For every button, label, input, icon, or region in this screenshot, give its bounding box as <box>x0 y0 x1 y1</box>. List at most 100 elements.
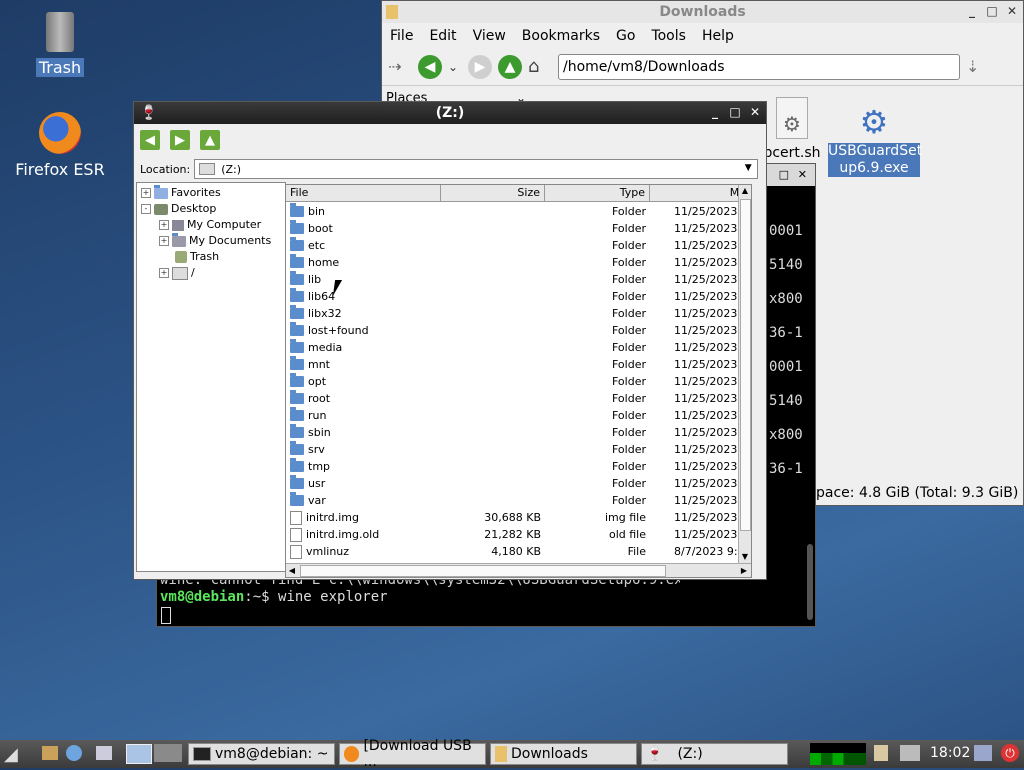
table-row[interactable]: home Folder 11/25/2023 5:1 <box>286 254 751 271</box>
home-icon[interactable]: ⌂ <box>528 55 552 79</box>
maximize-button[interactable]: □ <box>985 3 999 19</box>
chevron-down-icon[interactable]: ▼ <box>741 161 755 175</box>
table-row[interactable]: initrd.img.old 21,282 KB old file 11/25/202… <box>286 526 751 543</box>
scroll-right-icon[interactable]: ▶ <box>738 564 750 577</box>
location-combo[interactable]: (Z:) ▼ <box>194 159 759 179</box>
horizontal-scrollbar[interactable]: ◀ ▶ <box>286 563 751 577</box>
column-header-size[interactable]: Size <box>441 185 545 201</box>
clock[interactable]: 18:02 <box>930 745 970 761</box>
table-row[interactable]: tmp Folder 11/25/2023 6:0 <box>286 458 751 475</box>
table-row[interactable]: sbin Folder 11/25/2023 5:1 <box>286 424 752 441</box>
browser-launcher-icon[interactable] <box>66 745 82 761</box>
table-row[interactable]: initrd.img 30,688 KB img file 11/25/2023 5:… <box>286 509 751 526</box>
table-row[interactable]: var Folder 11/25/2023 5:0 <box>286 492 751 509</box>
history-dropdown-icon[interactable]: ⌄ <box>448 60 462 74</box>
terminal-scrollbar[interactable] <box>807 544 813 620</box>
explorer-titlebar[interactable]: 🍷 (Z:) _ □ ✕ <box>134 102 766 124</box>
table-row[interactable]: boot Folder 11/25/2023 5:1 <box>286 220 751 237</box>
menu-go[interactable]: Go <box>608 28 643 44</box>
scroll-up-icon[interactable]: ▲ <box>739 185 751 197</box>
desktop-firefox[interactable]: Firefox ESR <box>10 112 110 179</box>
column-header-modified[interactable]: Moc <box>650 185 751 201</box>
vertical-scrollbar[interactable]: ▲ ▼ <box>738 185 751 563</box>
lock-screen-icon[interactable] <box>974 745 992 761</box>
expand-icon[interactable]: + <box>159 268 169 278</box>
up-icon[interactable]: ▲ <box>200 130 220 150</box>
table-row[interactable]: mnt Folder 11/25/2023 5:0 <box>286 356 751 373</box>
maximize-button[interactable]: □ <box>728 104 742 120</box>
table-row[interactable]: opt Folder 11/25/2023 5:0 <box>286 373 751 390</box>
minimize-button[interactable]: □ <box>779 168 789 181</box>
close-button[interactable]: ✕ <box>748 104 762 120</box>
file-usbguard[interactable]: ⚙ USBGuardSet up6.9.exe <box>828 105 922 177</box>
script-file-icon: ⚙ <box>776 97 808 139</box>
workspace-icon[interactable] <box>154 744 182 762</box>
go-icon[interactable]: ⇣ <box>966 55 990 79</box>
menu-icon[interactable]: ◢ <box>4 744 18 765</box>
downloads-titlebar[interactable]: Downloads _ □ ✕ <box>382 1 1023 23</box>
table-row[interactable]: etc Folder 11/25/2023 6:0 <box>286 237 751 254</box>
drive-icon <box>172 266 188 280</box>
desktop-trash[interactable]: Trash <box>30 12 90 77</box>
power-icon[interactable]: ⏻ <box>1001 744 1019 762</box>
expand-icon[interactable]: + <box>159 220 169 230</box>
cell-type: Folder <box>612 341 646 354</box>
tree-item-desktop[interactable]: - Desktop <box>141 201 216 217</box>
column-header-type[interactable]: Type <box>545 185 650 201</box>
tree-item-root[interactable]: + / <box>159 265 195 281</box>
window-launcher-icon[interactable] <box>126 744 152 764</box>
table-row[interactable]: vmlinuz 4,180 KB File 8/7/2023 9:3 <box>286 543 751 560</box>
scroll-left-icon[interactable]: ◀ <box>286 564 298 577</box>
new-tab-icon[interactable]: ⇢ <box>388 55 412 79</box>
task-firefox[interactable]: [Download USB ... <box>339 738 486 770</box>
table-row[interactable]: usr Folder 11/25/2023 5:0 <box>286 475 751 492</box>
forward-icon[interactable]: ▶ <box>468 55 492 79</box>
folder-icon <box>290 424 304 438</box>
close-button[interactable]: ✕ <box>1005 3 1019 19</box>
network-icon[interactable] <box>900 745 920 761</box>
file-pcert[interactable]: ⚙ pcert.sh <box>762 97 822 165</box>
cell-modified: 11/25/2023 5:1 <box>674 426 752 439</box>
expand-icon[interactable]: + <box>141 188 151 198</box>
desktop-switcher-icon[interactable] <box>96 746 112 760</box>
scrollbar-thumb[interactable] <box>740 199 751 531</box>
table-row[interactable]: libx32 Folder 11/25/2023 5:0 <box>286 305 751 322</box>
menu-tools[interactable]: Tools <box>643 28 694 44</box>
clipboard-icon[interactable] <box>874 745 888 761</box>
menu-edit[interactable]: Edit <box>421 28 464 44</box>
table-row[interactable]: srv Folder 11/25/2023 5:0 <box>286 441 751 458</box>
task-terminal[interactable]: vm8@debian: ~ <box>188 743 335 765</box>
table-row[interactable]: run Folder 11/25/2023 5:4 <box>286 407 751 424</box>
back-icon[interactable]: ◀ <box>418 55 442 79</box>
close-button[interactable]: ✕ <box>798 168 807 181</box>
collapse-icon[interactable]: - <box>141 204 151 214</box>
file-name: initrd.img <box>306 511 359 524</box>
expand-icon[interactable]: + <box>159 236 169 246</box>
menu-file[interactable]: File <box>382 28 421 44</box>
forward-icon[interactable]: ▶ <box>170 130 190 150</box>
table-row[interactable]: lib Folder 11/25/2023 6:0 <box>286 271 751 288</box>
up-icon[interactable]: ▲ <box>498 55 522 79</box>
table-row[interactable]: media Folder 11/25/2023 5:0 <box>286 339 751 356</box>
table-row[interactable]: root Folder 11/25/2023 5:2 <box>286 390 751 407</box>
tree-item-my-computer[interactable]: + My Computer <box>159 217 261 233</box>
tree-item-favorites[interactable]: + Favorites <box>141 184 221 201</box>
path-field[interactable]: /home/vm8/Downloads <box>558 54 960 80</box>
task-downloads[interactable]: Downloads <box>490 743 637 765</box>
tree-item-my-documents[interactable]: + My Documents <box>159 232 271 249</box>
table-row[interactable]: lib64 Folder 11/25/2023 5:0 <box>286 288 751 305</box>
scrollbar-thumb[interactable] <box>300 565 666 577</box>
menu-bookmarks[interactable]: Bookmarks <box>514 28 608 44</box>
file-manager-launcher-icon[interactable] <box>42 746 58 760</box>
minimize-button[interactable]: _ <box>708 104 722 120</box>
scroll-down-icon[interactable]: ▼ <box>739 551 751 563</box>
task-explorer[interactable]: 🍷 (Z:) <box>641 743 788 765</box>
column-header-file[interactable]: File <box>286 185 441 201</box>
table-row[interactable]: bin Folder 11/25/2023 6:0 <box>286 203 751 220</box>
table-row[interactable]: lost+found Folder 11/25/2023 5:0 <box>286 322 751 339</box>
menu-help[interactable]: Help <box>694 28 742 44</box>
menu-view[interactable]: View <box>465 28 514 44</box>
minimize-button[interactable]: _ <box>965 3 979 19</box>
tree-item-trash[interactable]: Trash <box>175 249 219 265</box>
back-icon[interactable]: ◀ <box>140 130 160 150</box>
